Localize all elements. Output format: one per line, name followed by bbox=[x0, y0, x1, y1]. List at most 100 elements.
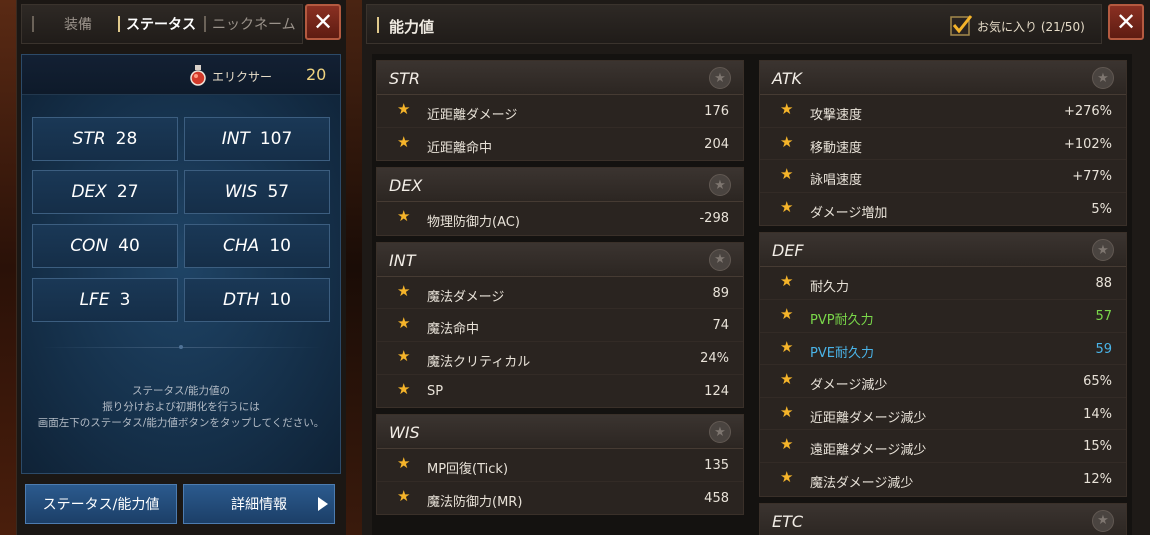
ability-group-def: DEF ★ ★ 耐久力 88 ★ PVP耐久力 57 ★ PVE耐久力 59 ★ ダメージ減少 65% ★ 近… bbox=[759, 232, 1127, 497]
ability-row[interactable]: ★ 近距離ダメージ 176 bbox=[377, 95, 743, 128]
status-points-button[interactable]: ステータス/能力値 bbox=[25, 484, 177, 524]
star-icon[interactable]: ★ bbox=[397, 381, 410, 397]
ability-value: 5% bbox=[1091, 201, 1112, 217]
ability-value: +77% bbox=[1072, 169, 1112, 185]
ability-value: +276% bbox=[1063, 104, 1112, 119]
stat-value: 10 bbox=[269, 236, 291, 256]
stat-name: INT bbox=[221, 129, 250, 149]
ability-value: 59 bbox=[1095, 341, 1112, 357]
star-icon[interactable]: ★ bbox=[780, 372, 793, 387]
close-icon[interactable]: ✕ bbox=[305, 4, 341, 40]
star-icon[interactable]: ★ bbox=[780, 437, 793, 452]
ability-row[interactable]: ★ MP回復(Tick) 135 bbox=[377, 449, 743, 482]
ability-group-header: ETC ★ bbox=[760, 503, 1126, 535]
stat-name: DEX bbox=[71, 182, 107, 202]
stat-value: 57 bbox=[267, 182, 290, 202]
star-icon[interactable]: ★ bbox=[397, 134, 410, 150]
abilities-column-right: ATK ★ ★ 攻撃速度 +276% ★ 移動速度 +102% ★ 詠唱速度 +77% ★ ダメージ増加… bbox=[759, 60, 1127, 535]
star-icon[interactable]: ★ bbox=[780, 199, 793, 215]
favorite-star-icon[interactable]: ★ bbox=[1092, 239, 1114, 262]
ability-row[interactable]: ★ 近距離ダメージ減少 14% bbox=[760, 398, 1126, 431]
ability-value: 176 bbox=[704, 104, 729, 119]
ability-label: 移動速度 bbox=[810, 140, 863, 156]
star-icon[interactable]: ★ bbox=[780, 274, 793, 289]
ability-label: ダメージ増加 bbox=[810, 205, 888, 221]
ability-row[interactable]: ★ 耐久力 88 bbox=[760, 267, 1126, 300]
abilities-list[interactable]: STR ★ ★ 近距離ダメージ 176 ★ 近距離命中 204 DEX ★ ★ 物理防御力(AC) -2… bbox=[372, 54, 1132, 535]
stat-dth: DTH 10 bbox=[184, 278, 330, 322]
ability-label: 近距離命中 bbox=[427, 140, 493, 156]
stat-int: INT 107 bbox=[184, 117, 330, 161]
ability-label: MP回復(Tick) bbox=[427, 462, 509, 478]
star-icon[interactable]: ★ bbox=[397, 456, 410, 471]
divider-dot bbox=[179, 345, 183, 349]
ability-row[interactable]: ★ 魔法ダメージ 89 bbox=[377, 277, 743, 310]
star-icon[interactable]: ★ bbox=[780, 404, 793, 420]
star-icon[interactable]: ★ bbox=[780, 469, 793, 485]
star-icon[interactable]: ★ bbox=[397, 209, 410, 224]
star-icon[interactable]: ★ bbox=[397, 283, 410, 299]
favorite-star-icon[interactable]: ★ bbox=[709, 421, 731, 444]
help-text: ステータス/能力値の 振り分けおよび初期化を行うには 画面左下のステータス/能力… bbox=[22, 383, 340, 431]
stat-name: DTH bbox=[223, 290, 260, 310]
ability-label: 魔法クリティカル bbox=[427, 354, 531, 370]
ability-row[interactable]: ★ 魔法命中 74 bbox=[377, 309, 743, 342]
ability-row[interactable]: ★ SP 124 bbox=[377, 375, 743, 408]
ability-group-header: DEF ★ bbox=[760, 233, 1126, 268]
tab-status[interactable]: ステータス bbox=[120, 14, 204, 34]
stat-name: STR bbox=[72, 129, 106, 149]
star-icon[interactable]: ★ bbox=[397, 488, 410, 504]
ability-group-title: ETC bbox=[772, 511, 804, 531]
star-icon[interactable]: ★ bbox=[780, 167, 793, 182]
ability-row[interactable]: ★ 遠距離ダメージ減少 15% bbox=[760, 430, 1126, 463]
ability-row[interactable]: ★ 詠唱速度 +77% bbox=[760, 160, 1126, 193]
star-icon[interactable]: ★ bbox=[780, 306, 793, 322]
ability-label: ダメージ減少 bbox=[810, 378, 888, 394]
ability-row[interactable]: ★ 魔法ダメージ減少 12% bbox=[760, 463, 1126, 496]
ability-value: 89 bbox=[712, 285, 729, 301]
favorite-star-icon[interactable]: ★ bbox=[709, 248, 731, 271]
ability-group-title: DEX bbox=[389, 176, 423, 196]
star-icon[interactable]: ★ bbox=[780, 339, 793, 355]
ability-row[interactable]: ★ 近距離命中 204 bbox=[377, 128, 743, 161]
ability-row[interactable]: ★ PVE耐久力 59 bbox=[760, 333, 1126, 366]
close-icon[interactable]: ✕ bbox=[1108, 4, 1144, 40]
star-icon[interactable]: ★ bbox=[780, 102, 793, 117]
ability-row[interactable]: ★ 魔法防御力(MR) 458 bbox=[377, 482, 743, 515]
title-bar-accent bbox=[377, 17, 379, 33]
background-edge bbox=[0, 0, 16, 535]
ability-value: +102% bbox=[1063, 136, 1112, 152]
favorite-star-icon[interactable]: ★ bbox=[1092, 67, 1114, 89]
tab-equipment[interactable]: 装備 bbox=[34, 14, 118, 34]
favorite-star-icon[interactable]: ★ bbox=[709, 174, 731, 197]
checkbox-checked-icon[interactable] bbox=[949, 13, 973, 37]
ability-group-title: STR bbox=[389, 69, 421, 88]
ability-value: 14% bbox=[1083, 406, 1112, 422]
stat-value: 28 bbox=[115, 129, 138, 149]
ability-row[interactable]: ★ 魔法クリティカル 24% bbox=[377, 342, 743, 375]
ability-value: 458 bbox=[704, 490, 729, 506]
ability-row[interactable]: ★ 移動速度 +102% bbox=[760, 128, 1126, 161]
stat-wis: WIS 57 bbox=[184, 170, 330, 214]
ability-row[interactable]: ★ 攻撃速度 +276% bbox=[760, 95, 1126, 128]
status-panel: 装備 ステータス ニックネーム ✕ エリクサー 20 STR 28 INT 10… bbox=[16, 0, 346, 535]
star-icon[interactable]: ★ bbox=[397, 316, 410, 331]
favorite-star-icon[interactable]: ★ bbox=[709, 67, 731, 89]
ability-row[interactable]: ★ PVP耐久力 57 bbox=[760, 300, 1126, 333]
ability-value: 74 bbox=[712, 318, 729, 334]
ability-label: 魔法ダメージ bbox=[427, 289, 505, 305]
ability-value: 65% bbox=[1083, 374, 1112, 390]
tab-nickname[interactable]: ニックネーム bbox=[206, 14, 296, 34]
ability-row[interactable]: ★ ダメージ減少 65% bbox=[760, 365, 1126, 398]
ability-row[interactable]: ★ 物理防御力(AC) -298 bbox=[377, 202, 743, 235]
star-icon[interactable]: ★ bbox=[780, 134, 793, 150]
favorite-star-icon[interactable]: ★ bbox=[1092, 509, 1114, 532]
ability-row[interactable]: ★ ダメージ増加 5% bbox=[760, 193, 1126, 226]
details-button[interactable]: 詳細情報 bbox=[183, 484, 335, 524]
ability-group-header: WIS ★ bbox=[377, 415, 743, 450]
ability-group-header: STR ★ bbox=[377, 61, 743, 95]
star-icon[interactable]: ★ bbox=[397, 102, 410, 117]
page-title: 能力値 bbox=[389, 18, 435, 36]
star-icon[interactable]: ★ bbox=[397, 348, 410, 364]
favorites-count[interactable]: お気に入り (21/50) bbox=[977, 18, 1085, 35]
